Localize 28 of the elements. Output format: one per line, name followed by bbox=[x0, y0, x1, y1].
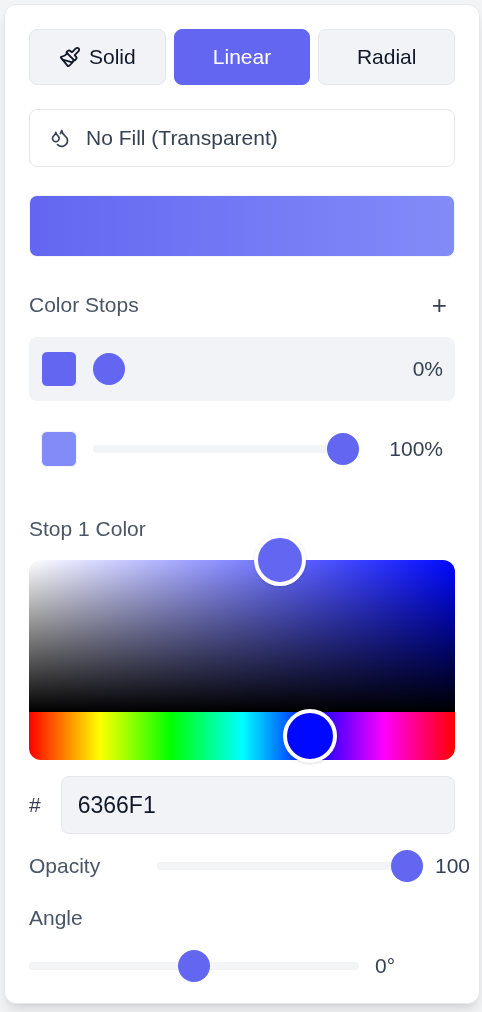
angle-label: Angle bbox=[29, 905, 84, 931]
section-title: Stop 1 Color bbox=[29, 515, 147, 542]
angle-value: 0° bbox=[375, 952, 397, 979]
color-stop-row[interactable]: 0% bbox=[29, 336, 455, 401]
stop-position: 100% bbox=[388, 435, 443, 462]
slider[interactable] bbox=[93, 432, 359, 465]
slider[interactable] bbox=[157, 850, 423, 882]
hue-slider[interactable] bbox=[29, 709, 455, 763]
color-swatch[interactable] bbox=[41, 430, 77, 467]
slider-thumb[interactable] bbox=[178, 949, 210, 982]
opacity-label: Opacity bbox=[29, 853, 102, 880]
no-fill-button[interactable]: No Fill (Transparent) bbox=[29, 109, 455, 167]
hex-input[interactable]: 6366F1 bbox=[60, 776, 455, 834]
fill-type-tab[interactable]: Linear bbox=[173, 29, 311, 85]
slider[interactable] bbox=[29, 949, 359, 982]
opacity-value: 100 bbox=[435, 853, 472, 880]
slider-thumb[interactable] bbox=[93, 352, 125, 385]
add-stop-button[interactable]: + bbox=[431, 291, 455, 318]
hash-label: # bbox=[29, 792, 41, 819]
fill-type-tab[interactable]: Radial bbox=[318, 29, 455, 85]
color-swatch[interactable] bbox=[41, 350, 77, 387]
droplets-icon bbox=[50, 128, 70, 148]
slider-thumb[interactable] bbox=[391, 850, 423, 882]
fill-type-tab[interactable]: Solid bbox=[29, 29, 166, 85]
section-title: Color Stops bbox=[29, 292, 139, 318]
slider-thumb[interactable] bbox=[327, 432, 359, 465]
stop-position: 0% bbox=[411, 355, 443, 382]
paintbrush-icon bbox=[58, 46, 81, 68]
